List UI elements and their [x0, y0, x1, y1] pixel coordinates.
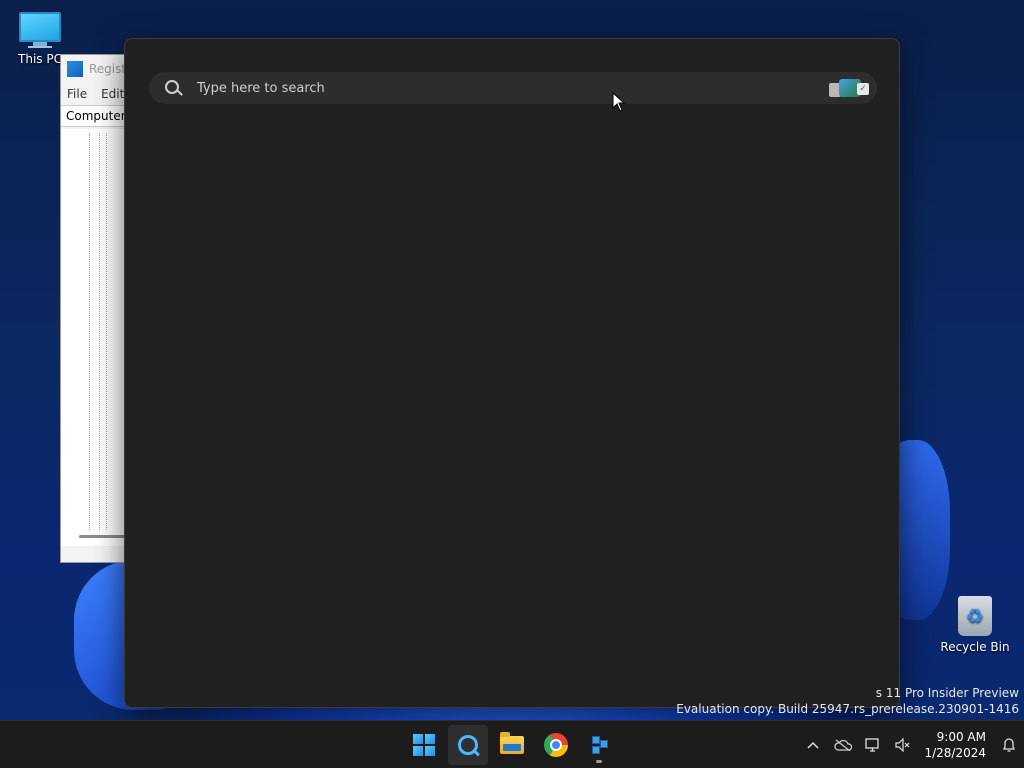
- mouse-cursor-icon: [612, 92, 626, 112]
- registry-icon: [590, 734, 610, 756]
- running-indicator: [596, 760, 602, 763]
- onedrive-offline-icon[interactable]: [828, 721, 858, 768]
- monitor-icon: [2, 12, 78, 48]
- clock-date: 1/28/2024: [924, 746, 986, 760]
- notification-icon[interactable]: [994, 721, 1024, 768]
- recycle-bin-icon: [958, 596, 992, 636]
- clock-time: 9:00 AM: [936, 730, 986, 744]
- evaluation-watermark: s 11 Pro Insider Preview Evaluation copy…: [676, 685, 1019, 717]
- start-button[interactable]: [404, 725, 444, 765]
- folder-icon: [500, 732, 524, 754]
- tree-guide-line: [106, 133, 107, 530]
- search-icon: [457, 734, 479, 756]
- tree-guide-line: [99, 133, 100, 530]
- search-highlight-icon[interactable]: ✓: [825, 75, 871, 101]
- watermark-line-2: Evaluation copy. Build 25947.rs_prerelea…: [676, 702, 1019, 716]
- tree-guide-line: [89, 133, 90, 530]
- system-tray: 9:00 AM 1/28/2024: [798, 721, 1024, 768]
- search-box[interactable]: ✓: [149, 72, 877, 104]
- file-explorer-button[interactable]: [492, 725, 532, 765]
- windows-logo-icon: [413, 734, 435, 756]
- chevron-up-icon[interactable]: [798, 721, 828, 768]
- menu-file[interactable]: File: [67, 87, 87, 101]
- taskbar-clock[interactable]: 9:00 AM 1/28/2024: [918, 729, 994, 761]
- network-icon[interactable]: [858, 721, 888, 768]
- search-input[interactable]: [197, 72, 825, 104]
- search-icon: [157, 72, 197, 104]
- taskbar-search-button[interactable]: [448, 725, 488, 765]
- chrome-button[interactable]: [536, 725, 576, 765]
- taskbar: 9:00 AM 1/28/2024: [0, 720, 1024, 768]
- menu-edit[interactable]: Edit: [101, 87, 124, 101]
- recycle-bin-label: Recycle Bin: [940, 640, 1010, 654]
- search-flyout-panel: ✓: [124, 38, 900, 708]
- taskbar-apps: [404, 725, 620, 765]
- chrome-icon: [544, 733, 568, 757]
- watermark-line-1: s 11 Pro Insider Preview: [875, 686, 1019, 700]
- registry-editor-taskbar-button[interactable]: [580, 725, 620, 765]
- registry-editor-icon: [67, 61, 83, 77]
- recycle-bin-desktop-icon[interactable]: Recycle Bin: [937, 596, 1013, 654]
- volume-muted-icon[interactable]: [888, 721, 918, 768]
